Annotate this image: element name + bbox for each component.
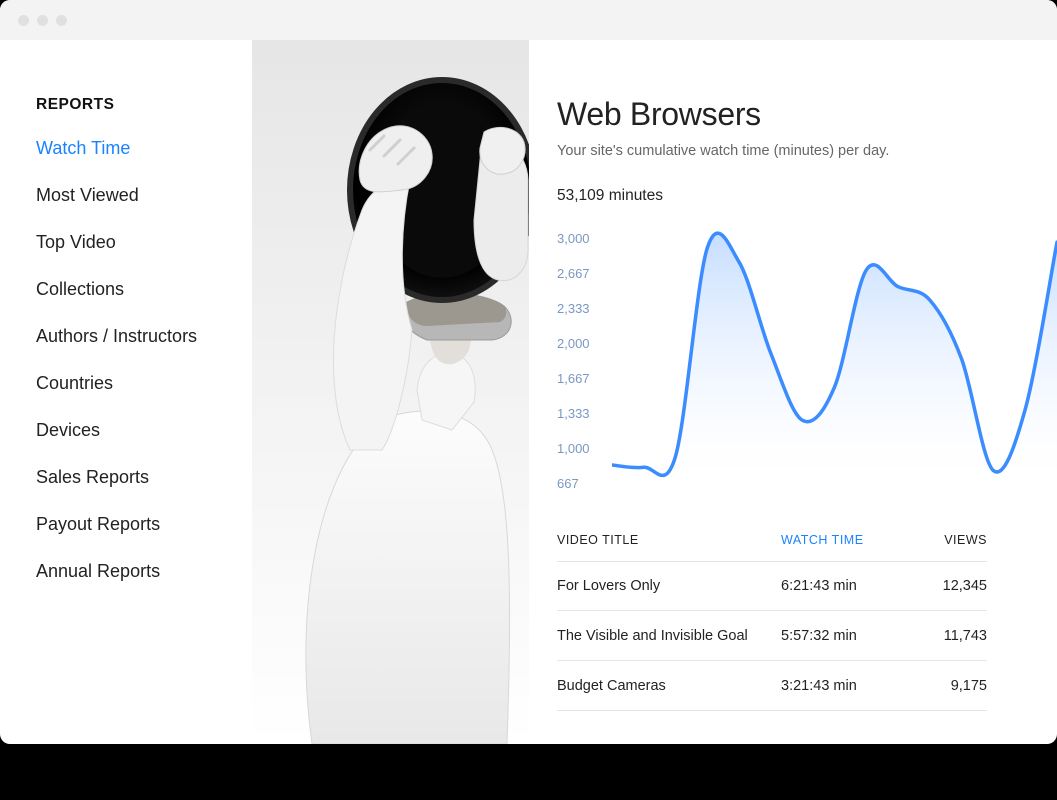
y-tick: 1,667 xyxy=(557,371,612,386)
y-tick: 667 xyxy=(557,476,612,491)
cell-watch: 3:21:43 min xyxy=(781,678,897,694)
sidebar: REPORTS Watch Time Most Viewed Top Video Co… xyxy=(0,40,252,744)
window-titlebar xyxy=(0,0,1057,40)
chart: 3,000 2,667 2,333 2,000 1,667 1,333 1,000 667 xyxy=(557,231,1057,491)
app-window: REPORTS Watch Time Most Viewed Top Video Co… xyxy=(0,0,1057,744)
table-row[interactable]: For Lovers Only6:21:43 min 12,345 xyxy=(557,561,987,611)
cell-title: Budget Cameras xyxy=(557,678,781,694)
sidebar-item-annual-reports[interactable]: Annual Reports xyxy=(36,561,252,582)
content: REPORTS Watch Time Most Viewed Top Video Co… xyxy=(0,40,1057,744)
cell-views: 11,743 xyxy=(927,628,987,644)
table-header: VIDEO TITLEWATCH TIME VIEWS xyxy=(557,533,987,547)
fencer-illustration xyxy=(252,40,529,744)
video-table: VIDEO TITLEWATCH TIME VIEWS For Lovers On… xyxy=(557,533,1057,711)
sidebar-item-most-viewed[interactable]: Most Viewed xyxy=(36,185,252,206)
sidebar-item-devices[interactable]: Devices xyxy=(36,420,252,441)
cell-watch: 5:57:32 min xyxy=(781,628,897,644)
cell-title: The Visible and Invisible Goal xyxy=(557,628,781,644)
sidebar-item-sales-reports[interactable]: Sales Reports xyxy=(36,467,252,488)
chart-svg xyxy=(612,231,1057,491)
y-tick: 2,333 xyxy=(557,301,612,316)
page-title: Web Browsers xyxy=(557,96,1057,133)
chart-area xyxy=(612,231,1057,491)
sidebar-item-authors-instructors[interactable]: Authors / Instructors xyxy=(36,326,252,347)
hero-image xyxy=(252,40,529,744)
column-header-title[interactable]: VIDEO TITLE xyxy=(557,533,781,547)
table-row[interactable]: Budget Cameras3:21:43 min 9,175 xyxy=(557,661,987,711)
cell-views: 9,175 xyxy=(927,678,987,694)
y-tick: 2,667 xyxy=(557,266,612,281)
sidebar-item-top-video[interactable]: Top Video xyxy=(36,232,252,253)
y-tick: 2,000 xyxy=(557,336,612,351)
y-axis: 3,000 2,667 2,333 2,000 1,667 1,333 1,000 667 xyxy=(557,231,612,491)
table-row[interactable]: The Visible and Invisible Goal5:57:32 mi… xyxy=(557,611,987,661)
page-subtitle: Your site's cumulative watch time (minut… xyxy=(557,143,1057,159)
sidebar-title: REPORTS xyxy=(36,96,252,114)
sidebar-item-collections[interactable]: Collections xyxy=(36,279,252,300)
minimize-icon[interactable] xyxy=(37,15,48,26)
column-header-watch[interactable]: WATCH TIME xyxy=(781,533,897,547)
total-minutes: 53,109 minutes xyxy=(557,187,1057,205)
sidebar-item-countries[interactable]: Countries xyxy=(36,373,252,394)
main: Web Browsers Your site's cumulative watc… xyxy=(529,40,1057,744)
sidebar-item-payout-reports[interactable]: Payout Reports xyxy=(36,514,252,535)
y-tick: 1,000 xyxy=(557,441,612,456)
y-tick: 3,000 xyxy=(557,231,612,246)
cell-watch: 6:21:43 min xyxy=(781,578,897,594)
sidebar-item-watch-time[interactable]: Watch Time xyxy=(36,138,252,159)
maximize-icon[interactable] xyxy=(56,15,67,26)
y-tick: 1,333 xyxy=(557,406,612,421)
column-header-views[interactable]: VIEWS xyxy=(927,533,987,547)
cell-views: 12,345 xyxy=(927,578,987,594)
cell-title: For Lovers Only xyxy=(557,578,781,594)
close-icon[interactable] xyxy=(18,15,29,26)
